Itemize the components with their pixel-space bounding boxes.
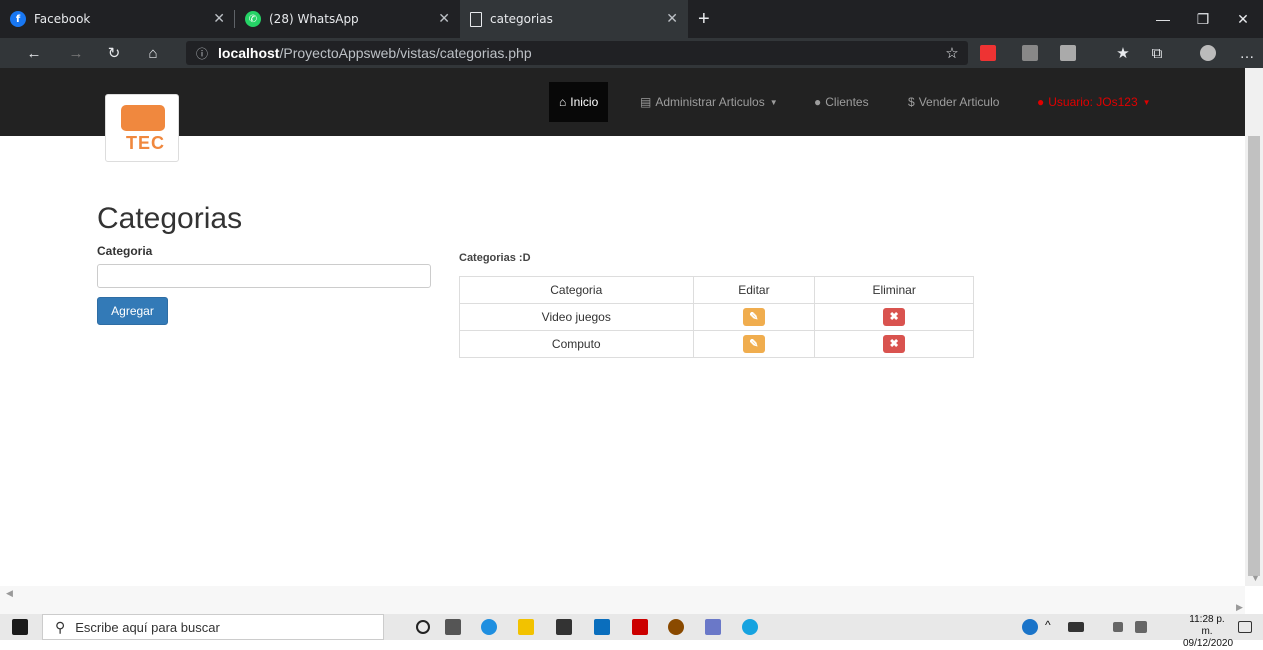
tab-label: Facebook — [34, 12, 91, 26]
favorite-star-icon[interactable]: ☆ — [942, 43, 962, 63]
windows-start-icon[interactable] — [12, 619, 28, 635]
refresh-icon[interactable]: ↻ — [104, 43, 124, 63]
horizontal-scrollbar[interactable]: ◀ ▶ — [0, 586, 1245, 614]
vertical-scrollbar[interactable]: ▼ — [1245, 68, 1263, 586]
close-icon[interactable]: ✕ — [213, 11, 225, 27]
wifi-icon[interactable] — [1113, 622, 1123, 632]
caret-down-icon: ▼ — [1142, 97, 1151, 107]
network-status-icon[interactable] — [1022, 619, 1038, 635]
dollar-icon: $ — [908, 95, 915, 109]
extension-icon[interactable] — [1022, 45, 1038, 61]
collections-icon[interactable]: ⧉ — [1147, 43, 1167, 63]
site-navbar: ⌂ Inicio ▤ Administrar Articulos ▼ ● Cli… — [0, 68, 1245, 136]
scroll-down-icon[interactable]: ▼ — [1251, 573, 1260, 583]
tab-whatsapp[interactable]: ✆ (28) WhatsApp ✕ — [235, 0, 460, 38]
cortana-icon[interactable] — [416, 620, 430, 634]
extension-icon[interactable] — [1060, 45, 1076, 61]
gamepad-icon — [121, 105, 165, 131]
task-view-icon[interactable] — [445, 619, 461, 635]
edge-icon[interactable] — [481, 619, 497, 635]
store-icon[interactable] — [556, 619, 572, 635]
more-icon[interactable]: … — [1237, 43, 1257, 63]
table-row: Computo ✎ ✖ — [459, 330, 974, 358]
nav-usuario[interactable]: ● Usuario: JOs123 ▼ — [1027, 82, 1161, 122]
nav-vender-articulo[interactable]: $ Vender Articulo — [898, 82, 1009, 122]
battery-icon[interactable] — [1068, 622, 1084, 632]
user-icon: ● — [1037, 95, 1045, 109]
delete-button[interactable]: ✖ — [883, 335, 906, 353]
agregar-button[interactable]: Agregar — [97, 297, 168, 325]
table-row: Video juegos ✎ ✖ — [459, 303, 974, 331]
url-host: localhost — [218, 45, 280, 61]
notifications-icon[interactable] — [1238, 621, 1252, 633]
facebook-icon: f — [10, 11, 26, 27]
home-icon[interactable]: ⌂ — [143, 43, 163, 63]
close-icon[interactable]: ✕ — [666, 11, 678, 27]
page-icon — [470, 11, 482, 27]
nav-inicio[interactable]: ⌂ Inicio — [549, 82, 609, 122]
categoria-label: Categoria — [97, 244, 153, 258]
browser-tab-bar: f Facebook ✕ ✆ (28) WhatsApp ✕ categoria… — [0, 0, 1263, 38]
info-icon[interactable]: ⓘ — [196, 45, 208, 62]
extension-icon[interactable] — [980, 45, 996, 61]
close-icon[interactable]: ✕ — [438, 11, 450, 27]
delete-button[interactable]: ✖ — [883, 308, 906, 326]
tab-label: (28) WhatsApp — [269, 12, 359, 26]
logo-text: TEC — [126, 133, 165, 153]
windows-taskbar: ⚲ Escribe aquí para buscar ^ 11:28 p. m.… — [0, 614, 1263, 649]
mail-icon[interactable] — [594, 619, 610, 635]
file-explorer-icon[interactable] — [518, 619, 534, 635]
search-icon: ⚲ — [55, 618, 66, 635]
forward-icon[interactable]: → — [66, 43, 86, 63]
url-path: /ProyectoAppsweb/vistas/categorias.php — [279, 45, 532, 61]
categoria-input[interactable] — [97, 264, 431, 288]
new-tab-icon[interactable]: + — [698, 0, 710, 38]
scroll-thumb[interactable] — [1248, 136, 1260, 576]
tab-label: categorias — [490, 12, 553, 26]
site-logo[interactable]: TEC — [105, 94, 179, 162]
cell-categoria: Computo — [459, 330, 694, 358]
edit-button[interactable]: ✎ — [742, 308, 765, 326]
cell-categoria: Video juegos — [459, 303, 694, 331]
tab-categorias[interactable]: categorias ✕ — [460, 0, 688, 38]
categories-table: Categoria Editar Eliminar Video juegos ✎… — [459, 276, 974, 358]
tab-facebook[interactable]: f Facebook ✕ — [0, 0, 235, 38]
app-icon[interactable] — [742, 619, 758, 635]
url-bar[interactable]: ⓘ localhost /ProyectoAppsweb/vistas/cate… — [186, 41, 968, 65]
address-toolbar: ← → ↻ ⌂ ⓘ localhost /ProyectoAppsweb/vis… — [0, 38, 1263, 68]
whatsapp-icon: ✆ — [245, 11, 261, 27]
edit-button[interactable]: ✎ — [742, 335, 765, 353]
restore-icon[interactable]: ❐ — [1183, 0, 1223, 38]
page-title: Categorias — [97, 202, 243, 235]
volume-icon[interactable] — [1135, 621, 1147, 633]
netflix-icon[interactable] — [632, 619, 648, 635]
nav-clientes[interactable]: ● Clientes — [804, 82, 879, 122]
header-categoria: Categoria — [459, 276, 694, 304]
header-editar: Editar — [692, 276, 816, 304]
chevron-up-icon[interactable]: ^ — [1045, 618, 1061, 634]
header-eliminar: Eliminar — [814, 276, 974, 304]
table-header-row: Categoria Editar Eliminar — [459, 276, 974, 304]
user-icon: ● — [814, 95, 822, 109]
search-placeholder: Escribe aquí para buscar — [75, 619, 220, 635]
caret-down-icon: ▼ — [769, 97, 778, 107]
favorites-icon[interactable]: ★ — [1113, 43, 1133, 63]
system-clock[interactable]: 11:28 p. m. 09/12/2020 — [1183, 614, 1233, 650]
taskbar-search[interactable]: ⚲ Escribe aquí para buscar — [42, 614, 384, 640]
scroll-left-icon[interactable]: ◀ — [6, 588, 13, 599]
home-icon: ⌂ — [559, 95, 567, 109]
photos-icon[interactable] — [705, 619, 721, 635]
nav-administrar-articulos[interactable]: ▤ Administrar Articulos ▼ — [630, 82, 788, 122]
table-caption: Categorias :D — [459, 252, 531, 264]
profile-icon[interactable] — [1200, 45, 1216, 61]
list-icon: ▤ — [640, 95, 652, 109]
back-icon[interactable]: ← — [24, 43, 44, 63]
close-window-icon[interactable]: ✕ — [1223, 0, 1263, 38]
game-app-icon[interactable] — [668, 619, 684, 635]
minimize-icon[interactable]: — — [1143, 0, 1183, 38]
scroll-right-icon[interactable]: ▶ — [1236, 602, 1243, 613]
